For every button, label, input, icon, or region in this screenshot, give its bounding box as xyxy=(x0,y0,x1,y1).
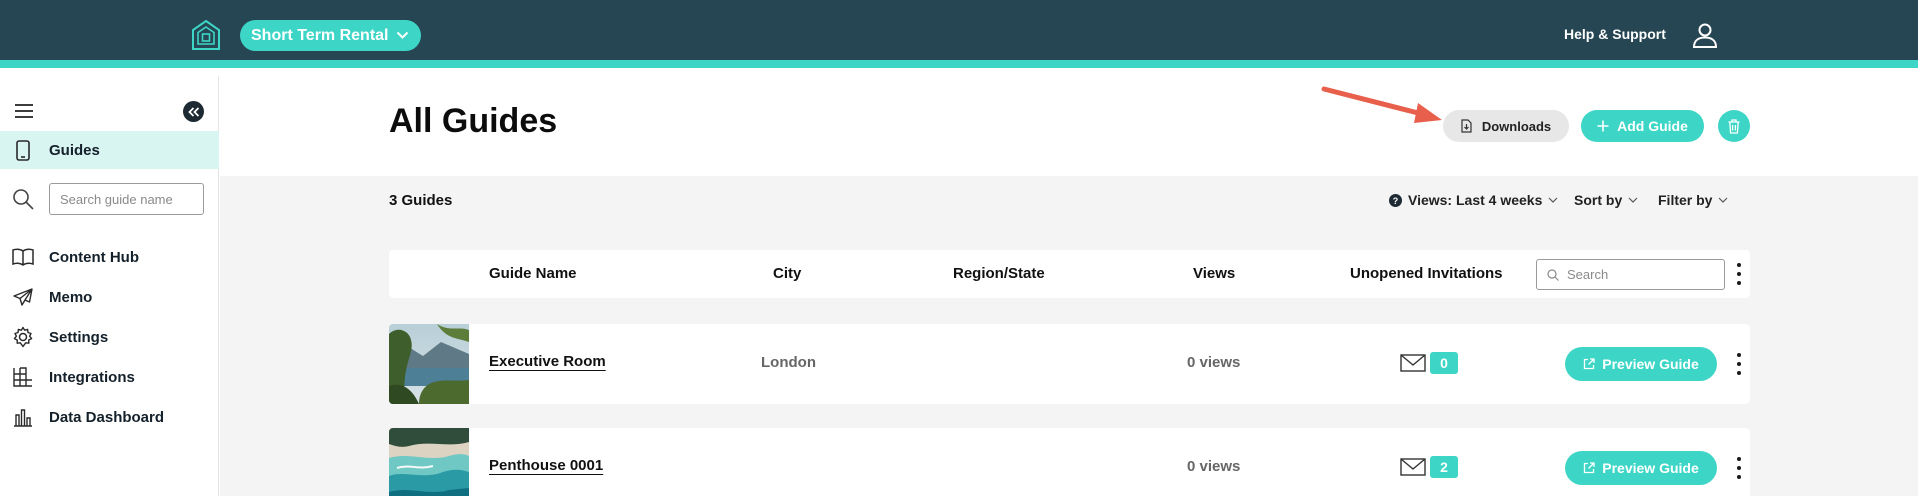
sidebar: Guides Content Hub Memo Settings Integra… xyxy=(0,76,219,496)
sidebar-item-label: Data Dashboard xyxy=(49,408,165,426)
trash-icon xyxy=(1728,118,1740,134)
property-type-dropdown[interactable]: Short Term Rental xyxy=(240,20,421,51)
row-more-options-icon[interactable] xyxy=(1736,457,1742,479)
guide-name-link[interactable]: Penthouse 0001 xyxy=(489,457,603,474)
downloads-label: Downloads xyxy=(1481,118,1552,134)
bar-chart-icon xyxy=(12,406,34,428)
column-header-unopened-invitations[interactable]: Unopened Invitations xyxy=(1350,265,1503,282)
table-more-options-icon[interactable] xyxy=(1736,263,1742,285)
gear-icon xyxy=(12,326,34,348)
chevron-down-icon xyxy=(1548,197,1558,203)
user-icon[interactable] xyxy=(1692,22,1718,48)
house-logo-icon[interactable] xyxy=(192,20,220,50)
guide-views: 0 views xyxy=(1187,354,1241,371)
book-icon xyxy=(12,246,34,268)
sidebar-item-data-dashboard[interactable]: Data Dashboard xyxy=(0,398,219,436)
search-icon xyxy=(13,189,34,210)
guide-name-link[interactable]: Executive Room xyxy=(489,353,606,370)
add-guide-button[interactable]: Add Guide xyxy=(1581,110,1704,142)
svg-text:?: ? xyxy=(1393,196,1399,206)
guide-thumbnail-image xyxy=(389,428,469,496)
column-header-views[interactable]: Views xyxy=(1193,265,1235,282)
external-link-icon xyxy=(1584,358,1595,370)
guide-count: 3 Guides xyxy=(389,192,453,209)
sidebar-item-label: Memo xyxy=(49,288,93,306)
table-row[interactable]: Penthouse 0001 0 views 2 Preview Guide xyxy=(389,428,1750,496)
phone-icon xyxy=(12,139,34,161)
guide-thumbnail-image xyxy=(389,324,469,404)
sort-by-label: Sort by xyxy=(1574,192,1623,208)
chevron-down-icon xyxy=(1628,197,1638,203)
external-link-icon xyxy=(1584,462,1595,474)
preview-guide-label: Preview Guide xyxy=(1602,460,1699,476)
sidebar-item-settings[interactable]: Settings xyxy=(0,318,219,356)
search-icon xyxy=(1547,268,1559,281)
table-row[interactable]: Executive Room London 0 views 0 Preview … xyxy=(389,324,1750,404)
page-title: All Guides xyxy=(389,102,558,140)
sidebar-item-label: Content Hub xyxy=(49,248,139,266)
property-type-label: Short Term Rental xyxy=(251,26,389,44)
download-file-icon xyxy=(1461,119,1472,133)
column-header-region[interactable]: Region/State xyxy=(953,265,1045,282)
help-circle-icon[interactable]: ? xyxy=(1389,193,1402,207)
search-guide-input[interactable] xyxy=(49,183,204,215)
column-header-city[interactable]: City xyxy=(773,265,801,282)
sidebar-item-label: Guides xyxy=(49,141,100,159)
preview-guide-button[interactable]: Preview Guide xyxy=(1565,451,1717,485)
add-guide-label: Add Guide xyxy=(1617,118,1688,134)
unopened-invitations-badge: 0 xyxy=(1430,352,1458,374)
sidebar-item-memo[interactable]: Memo xyxy=(0,278,219,316)
views-filter-dropdown[interactable]: ? Views: Last 4 weeks xyxy=(1389,192,1558,208)
row-more-options-icon[interactable] xyxy=(1736,353,1742,375)
preview-guide-button[interactable]: Preview Guide xyxy=(1565,347,1717,381)
list-toolbar: 3 Guides ? Views: Last 4 weeks Sort by F… xyxy=(220,176,1918,226)
envelope-icon xyxy=(1400,354,1426,372)
sidebar-search xyxy=(0,179,219,219)
table-search-input[interactable] xyxy=(1567,267,1717,282)
column-header-guide-name[interactable]: Guide Name xyxy=(489,265,577,282)
double-chevron-left-icon xyxy=(187,106,199,117)
guide-views: 0 views xyxy=(1187,458,1241,475)
guide-city: London xyxy=(761,354,816,371)
filter-by-dropdown[interactable]: Filter by xyxy=(1658,192,1728,208)
views-filter-label: Views: Last 4 weeks xyxy=(1408,192,1543,208)
top-bar: Short Term Rental Help & Support xyxy=(0,0,1918,68)
sidebar-item-label: Integrations xyxy=(49,368,135,386)
envelope-icon xyxy=(1400,458,1426,476)
help-support-link[interactable]: Help & Support xyxy=(1564,26,1666,42)
plus-icon xyxy=(1597,120,1609,132)
paper-plane-icon xyxy=(12,286,34,308)
header-accent-stripe xyxy=(0,60,1918,68)
sidebar-item-label: Settings xyxy=(49,328,109,346)
downloads-button[interactable]: Downloads xyxy=(1443,110,1569,142)
sort-by-dropdown[interactable]: Sort by xyxy=(1574,192,1638,208)
chevron-down-icon xyxy=(1719,197,1728,203)
filter-by-label: Filter by xyxy=(1658,192,1713,208)
sidebar-item-content-hub[interactable]: Content Hub xyxy=(0,238,219,276)
unopened-invitations-badge: 2 xyxy=(1430,456,1458,478)
collapse-sidebar-button[interactable] xyxy=(183,101,204,122)
table-search xyxy=(1536,259,1725,290)
chevron-down-icon xyxy=(396,31,408,39)
sidebar-item-guides[interactable]: Guides xyxy=(0,131,219,169)
table-header: Guide Name City Region/State Views Unope… xyxy=(389,250,1750,298)
hamburger-menu-icon[interactable] xyxy=(14,103,34,119)
sidebar-item-integrations[interactable]: Integrations xyxy=(0,358,219,396)
grid-icon xyxy=(12,366,34,388)
preview-guide-label: Preview Guide xyxy=(1602,356,1699,372)
delete-button[interactable] xyxy=(1718,110,1750,142)
annotation-arrow-icon xyxy=(1321,86,1442,123)
